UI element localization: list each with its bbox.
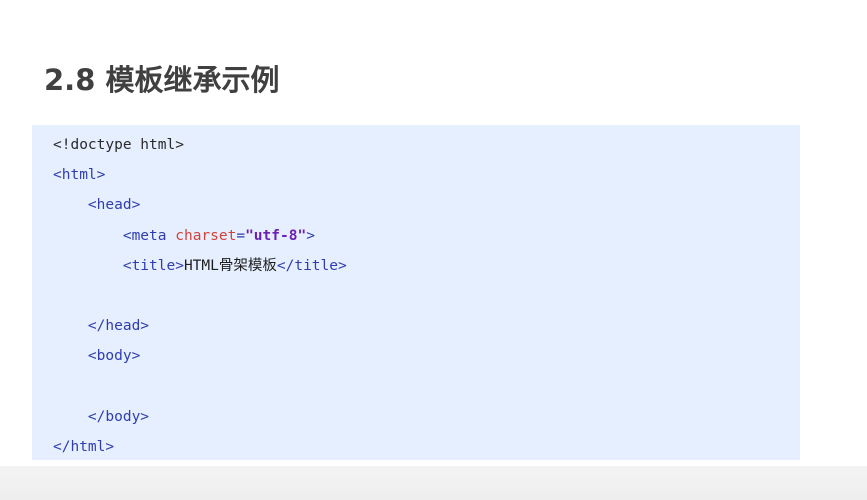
- body-open-tag: <body>: [87, 348, 141, 365]
- body-close-tag: </body>: [87, 408, 150, 425]
- title-text: HTML骨架模板: [183, 257, 277, 274]
- code-lines: <!doctype html> <html> <head> <meta char…: [53, 130, 347, 462]
- meta-close-bracket: >: [306, 227, 315, 244]
- bottom-bar: [0, 466, 867, 500]
- doctype-declaration: <!doctype html>: [53, 137, 184, 153]
- code-line-body-open: <body>: [53, 341, 347, 371]
- title-close-tag: </title>: [276, 257, 347, 274]
- code-line-html-open: <html>: [53, 160, 347, 190]
- meta-equals-sign: =: [236, 227, 246, 244]
- code-line-blank: [53, 281, 347, 311]
- code-line-blank: [53, 372, 347, 402]
- html-open-tag: <html>: [53, 167, 106, 184]
- meta-charset-value: "utf-8": [245, 227, 307, 244]
- slide-title: 2.8 模板继承示例: [44, 63, 280, 97]
- head-close-tag: </head>: [87, 318, 150, 335]
- code-block: <!doctype html> <html> <head> <meta char…: [32, 125, 800, 460]
- code-line-meta: <meta charset="utf-8">: [53, 221, 347, 251]
- title-open-tag: <title>: [122, 257, 184, 274]
- code-line-head-open: <head>: [53, 190, 347, 220]
- code-line-html-close: </html>: [53, 432, 347, 462]
- meta-open-tag: <meta: [122, 227, 176, 244]
- html-close-tag: </html>: [53, 438, 115, 455]
- meta-charset-attribute: charset: [175, 227, 237, 244]
- code-line-title: <title>HTML骨架模板</title>: [53, 251, 347, 281]
- head-open-tag: <head>: [87, 197, 141, 214]
- code-line-head-close: </head>: [53, 311, 347, 341]
- code-line-body-close: </body>: [53, 402, 347, 432]
- code-line-doctype: <!doctype html>: [53, 130, 347, 160]
